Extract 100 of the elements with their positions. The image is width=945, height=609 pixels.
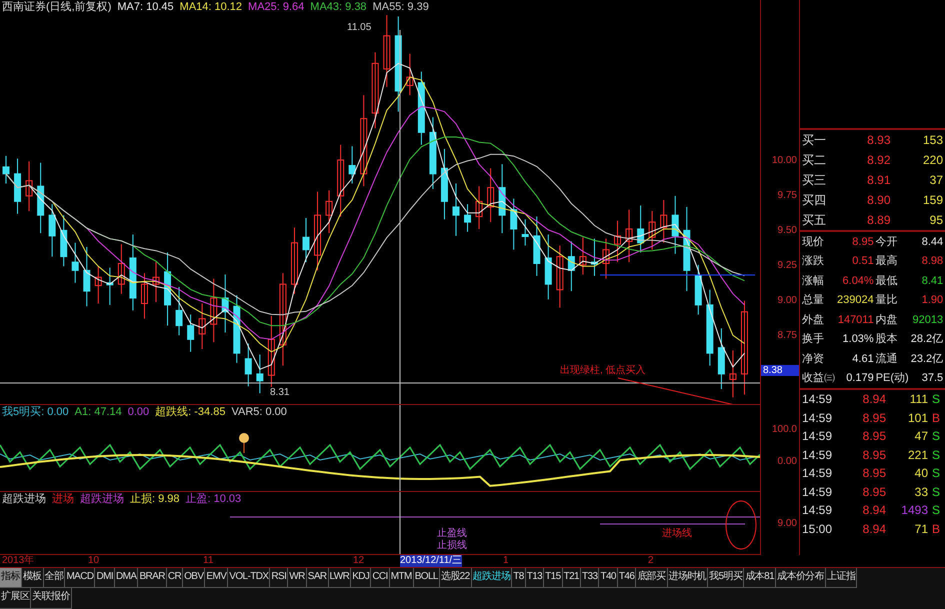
candlestick <box>37 162 44 234</box>
tab[interactable]: MTM <box>390 568 414 588</box>
candlestick <box>487 168 494 223</box>
moving-average-label: MA7: 10.45 <box>117 1 174 14</box>
tab[interactable]: T46 <box>618 568 636 588</box>
tab[interactable]: EMV <box>205 568 228 588</box>
tab[interactable]: T21 <box>562 568 582 588</box>
tab[interactable]: 成本价分布 <box>776 568 826 588</box>
order-price: 8.92 <box>866 152 890 169</box>
tab[interactable]: 模板 <box>22 568 44 588</box>
quote-label: 净资 <box>802 352 825 366</box>
tab[interactable]: T33 <box>581 568 600 588</box>
tab[interactable]: CR <box>166 568 184 588</box>
quote-value: 1.90 <box>920 293 944 308</box>
tab[interactable]: 我5明买 <box>708 568 744 588</box>
trade-time: 14:59 <box>802 465 834 482</box>
line-label: 进场线 <box>662 528 692 540</box>
order-label: 买五 <box>802 212 827 229</box>
candlestick <box>348 146 356 184</box>
tab[interactable]: OBV <box>183 568 206 588</box>
tab[interactable]: CCI <box>371 568 390 588</box>
candlestick <box>510 198 518 250</box>
indicator-value: 止损: 9.98 <box>130 493 180 506</box>
trade-side: S <box>930 391 940 408</box>
order-price: 8.93 <box>866 132 890 149</box>
trade-volume: 47 <box>914 428 928 446</box>
quote-label: PE(动) <box>876 371 909 386</box>
axis-label: 9.50 <box>778 225 797 236</box>
candlestick <box>222 274 229 333</box>
quote-label: 涨跌 <box>802 254 825 269</box>
candlestick <box>602 238 610 280</box>
tab[interactable]: RSI <box>270 568 288 588</box>
trade-time: 14:59 <box>802 428 834 446</box>
quote-value: 8.95 <box>851 234 874 250</box>
tab[interactable]: 关联报价 <box>31 588 72 609</box>
quote-label: 换手 <box>802 332 825 347</box>
date-label: 2013年 <box>2 555 34 567</box>
candlestick <box>26 160 33 212</box>
moving-average-label: MA25: 9.64 <box>248 1 304 14</box>
tab[interactable]: 全部 <box>44 568 66 588</box>
quote-value: 37.5 <box>920 371 944 386</box>
candlestick <box>326 190 333 234</box>
moving-average-label: MA55: 9.39 <box>372 1 429 14</box>
tab[interactable]: LWR <box>328 568 352 588</box>
axis-label: 0.00 <box>778 456 797 467</box>
axis-label: 9.00 <box>778 518 797 529</box>
candlestick <box>672 195 679 254</box>
tab[interactable]: VOL-TDX <box>228 568 270 588</box>
axis-label: 9.25 <box>778 260 797 271</box>
tab[interactable]: DMA <box>115 568 138 588</box>
candlestick <box>256 354 264 394</box>
tab[interactable]: 扩展区 <box>0 588 32 609</box>
tab[interactable]: 指标 <box>0 568 22 588</box>
trade-price: 8.95 <box>862 410 886 427</box>
line-label: 止损线 <box>437 540 467 552</box>
tab[interactable]: 上证指 <box>826 568 858 588</box>
tab[interactable]: DMI <box>95 568 116 588</box>
trade-price: 8.95 <box>862 446 886 464</box>
trade-side: B <box>930 520 940 538</box>
tab[interactable]: T8 <box>512 568 526 588</box>
tab[interactable]: BOLL <box>414 568 440 588</box>
quote-label: 现价 <box>802 234 825 250</box>
trade-side: S <box>930 502 940 520</box>
tab[interactable]: 超跌进场 <box>472 568 512 588</box>
moving-average-label: MA14: 10.12 <box>180 1 242 14</box>
tab[interactable]: 成本81 <box>744 568 776 588</box>
tab[interactable]: WR <box>288 568 307 588</box>
trade-price: 8.94 <box>862 520 886 538</box>
tab[interactable]: KDJ <box>351 568 372 588</box>
quote-value: 0.179 <box>845 371 874 386</box>
candlestick <box>729 350 736 398</box>
candlestick <box>152 262 160 303</box>
tab[interactable]: 进场时机 <box>668 568 708 588</box>
quote-label: 量比 <box>876 293 899 308</box>
order-volume: 37 <box>928 172 943 189</box>
tab[interactable]: SAR <box>306 568 329 588</box>
candlestick <box>440 148 448 220</box>
candlestick <box>187 314 194 352</box>
candlestick <box>290 227 298 294</box>
trade-volume: 71 <box>914 520 928 538</box>
tab[interactable]: BRAR <box>138 568 167 588</box>
indicator-value: 0.00 <box>128 406 150 419</box>
indicator-value: 进场 <box>52 493 74 506</box>
date-label: 2013/12/11/三 <box>400 555 462 567</box>
order-price: 8.90 <box>866 192 890 209</box>
tab[interactable]: T13 <box>526 568 544 588</box>
trade-volume: 221 <box>906 446 928 464</box>
indicator-value: 超跌进场 <box>80 493 124 506</box>
quote-value: 147011 <box>837 312 874 328</box>
quote-value: 1.03% <box>842 332 874 347</box>
chart-title: 西南证券(日线,前复权) <box>2 1 112 14</box>
tab[interactable]: 选股22 <box>440 568 472 588</box>
tab[interactable]: T15 <box>544 568 563 588</box>
tab[interactable]: 底部买 <box>636 568 668 588</box>
order-label: 买四 <box>802 192 827 209</box>
order-label: 买三 <box>802 172 827 189</box>
tab[interactable]: T40 <box>599 568 618 588</box>
date-label: 11 <box>203 555 214 567</box>
indicator-value: VAR5: 0.00 <box>231 406 287 419</box>
tab[interactable]: MACD <box>65 568 96 588</box>
